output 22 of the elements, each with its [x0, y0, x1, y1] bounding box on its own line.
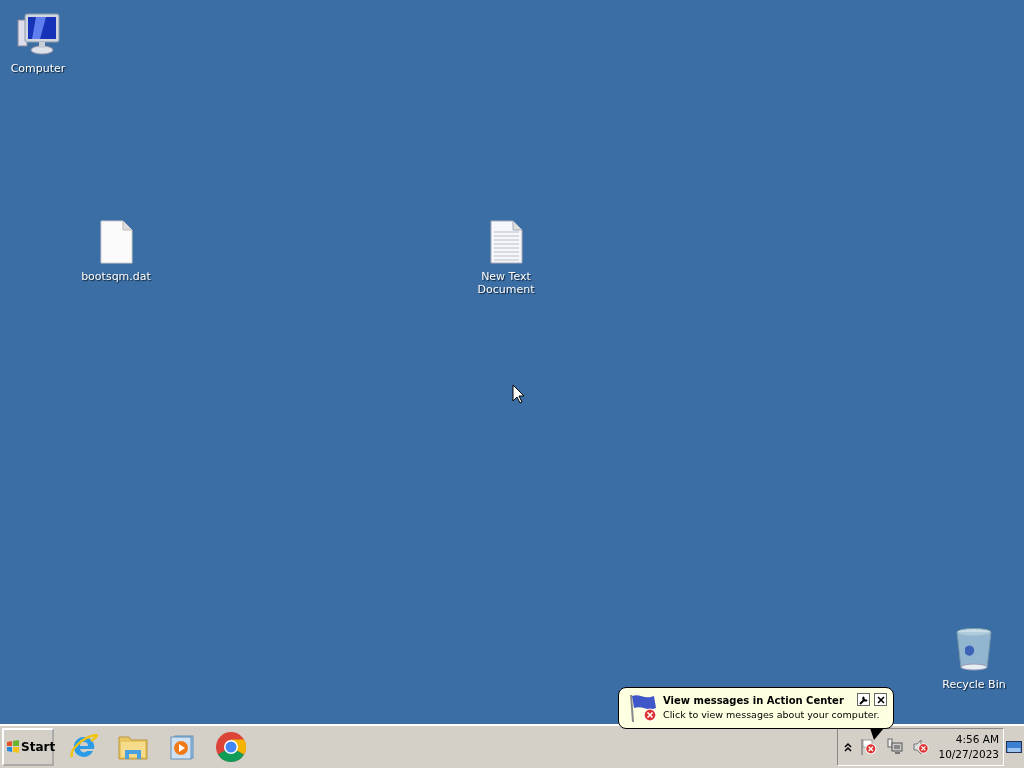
icon-label[interactable]: Computer [10, 62, 66, 75]
show-desktop-icon[interactable] [1006, 741, 1022, 753]
notification-balloon[interactable]: View messages in Action Center Click to view messages about your computer. [618, 687, 894, 729]
icon-label[interactable]: New Text Document [471, 270, 541, 296]
clock-time[interactable]: 4:56 AM [955, 732, 999, 747]
windows-logo-icon [6, 740, 20, 754]
balloon-title: View messages in Action Center [663, 694, 844, 708]
chevron-up-icon[interactable] [844, 742, 853, 752]
flag-error-icon [627, 692, 659, 724]
start-button[interactable]: Start [2, 728, 54, 766]
balloon-message: Click to view messages about your computer. [663, 708, 880, 722]
icon-label[interactable]: bootsqm.dat [81, 270, 151, 283]
close-icon[interactable] [874, 693, 887, 706]
network-icon[interactable] [886, 738, 905, 756]
chrome-browser-icon[interactable] [215, 731, 247, 763]
icon-label[interactable]: Recycle Bin [942, 678, 1006, 691]
speaker-muted-icon[interactable] [912, 738, 931, 756]
mouse-pointer-icon [512, 384, 524, 404]
flag-error-icon[interactable] [860, 738, 879, 756]
clock-date[interactable]: 10/27/2023 [938, 747, 999, 762]
options-icon[interactable] [857, 693, 870, 706]
computer-icon[interactable] [14, 10, 62, 58]
